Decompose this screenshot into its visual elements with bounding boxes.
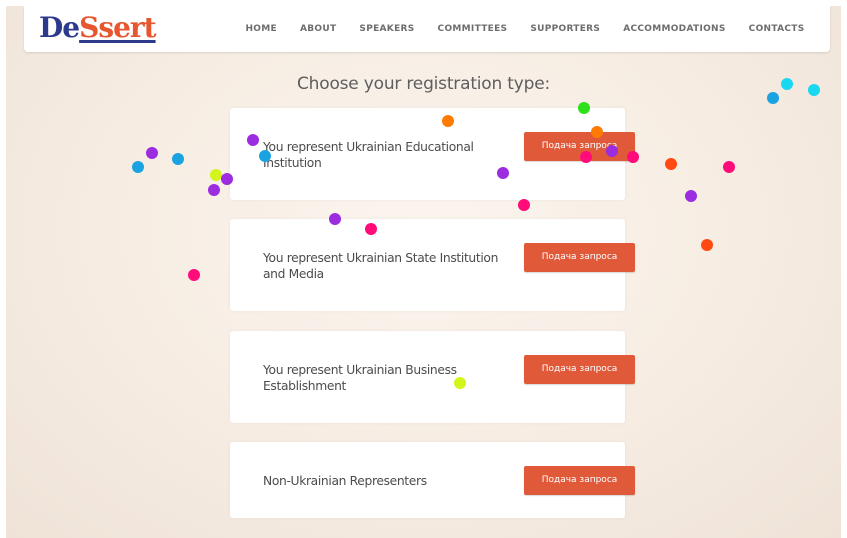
submit-request-button[interactable]: Подача запроса [524, 355, 635, 384]
registration-type-label: You represent Ukrainian State Institutio… [263, 251, 499, 281]
confetti-dot [329, 213, 341, 225]
main-nav: HOME ABOUT SPEAKERS COMMITTEES SUPPORTER… [234, 6, 816, 52]
submit-request-button[interactable]: Подача запроса [524, 243, 635, 272]
nav-item-speakers[interactable]: SPEAKERS [348, 24, 426, 34]
confetti-dot [723, 161, 735, 173]
nav-item-committees[interactable]: COMMITTEES [426, 24, 519, 34]
confetti-dot [591, 126, 603, 138]
confetti-dot [188, 269, 200, 281]
registration-type-label: You represent Ukrainian Educational Inst… [263, 140, 474, 170]
nav-item-accommodations[interactable]: ACCOMMODATIONS [612, 24, 737, 34]
confetti-dot [578, 102, 590, 114]
confetti-dot [454, 377, 466, 389]
confetti-dot [518, 199, 530, 211]
page-title: Choose your registration type: [297, 74, 550, 94]
confetti-dot [701, 239, 713, 251]
confetti-dot [132, 161, 144, 173]
registration-type-label: Non-Ukrainian Representers [263, 474, 427, 488]
registration-type-label: You represent Ukrainian Business Establi… [263, 363, 457, 393]
confetti-dot [442, 115, 454, 127]
nav-item-supporters[interactable]: SUPPORTERS [519, 24, 612, 34]
logo-text-part-1: De [39, 10, 80, 44]
logo-text-part-2: Ssert [79, 10, 156, 44]
confetti-dot [767, 92, 779, 104]
confetti-dot [172, 153, 184, 165]
nav-item-contacts[interactable]: CONTACTS [737, 24, 816, 34]
confetti-dot [259, 150, 271, 162]
confetti-dot [208, 184, 220, 196]
nav-item-home[interactable]: HOME [234, 24, 289, 34]
registration-card-non-ukrainian: Non-Ukrainian Representers Подача запрос… [230, 442, 635, 518]
site-logo[interactable]: De Ssert [39, 9, 157, 45]
confetti-dot [146, 147, 158, 159]
confetti-dot [685, 190, 697, 202]
confetti-dot [580, 151, 592, 163]
site-header: De Ssert HOME ABOUT SPEAKERS COMMITTEES S… [24, 6, 830, 52]
nav-item-about[interactable]: ABOUT [288, 24, 347, 34]
confetti-dot [606, 145, 618, 157]
confetti-dot [808, 84, 820, 96]
submit-request-button[interactable]: Подача запроса [524, 466, 635, 495]
registration-card-educational: You represent Ukrainian Educational Inst… [230, 108, 635, 200]
confetti-dot [627, 151, 639, 163]
confetti-dot [365, 223, 377, 235]
confetti-dot [497, 167, 509, 179]
registration-card-state-media: You represent Ukrainian State Institutio… [230, 219, 635, 311]
confetti-dot [221, 173, 233, 185]
registration-card-business: You represent Ukrainian Business Establi… [230, 331, 635, 423]
confetti-dot [781, 78, 793, 90]
confetti-dot [247, 134, 259, 146]
confetti-dot [665, 158, 677, 170]
